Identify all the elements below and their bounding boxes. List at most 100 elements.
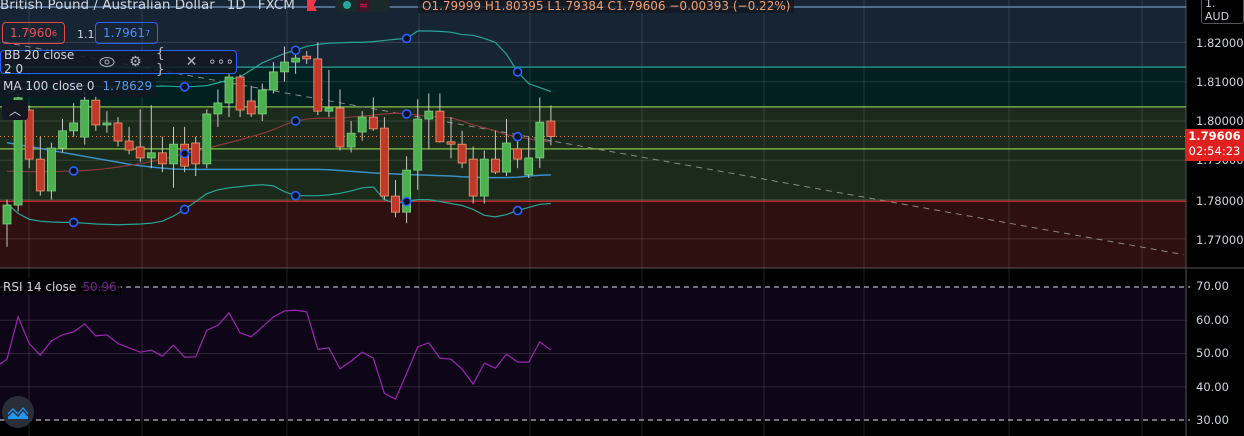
chevron-up-icon: ︿ <box>8 103 21 118</box>
interval[interactable]: 1D <box>227 0 246 13</box>
sell-button[interactable]: 1.7960 6 <box>2 22 66 44</box>
candle-bullish <box>324 107 334 112</box>
symbol-header: British Pound / Australian Dollar 1D FXC… <box>0 0 404 14</box>
rsi-tick: 70.00 <box>1196 279 1229 293</box>
price-tick: 1.78000 <box>1196 194 1244 208</box>
bb-anchor-marker <box>512 131 523 142</box>
exchange: FXCM <box>257 0 295 13</box>
candle-bearish <box>513 148 522 160</box>
candle-bullish <box>479 158 489 197</box>
bb-indicator-legend[interactable]: BB 20 close 2 0 ⚙ { } ✕ ∘∘∘ <box>0 46 237 78</box>
price-tick: 1.77000 <box>1196 233 1244 247</box>
symbol-name[interactable]: British Pound / Australian Dollar <box>0 0 215 13</box>
candle-bearish <box>113 122 123 142</box>
candle-bearish <box>91 99 101 126</box>
candle-bearish <box>490 158 500 173</box>
high-value: H1.80395 <box>484 0 544 13</box>
market-open-icon <box>342 1 351 9</box>
ohlc-readout: O1.79999 H1.80395 L1.79384 C1.79606 −0.0… <box>418 0 795 13</box>
more-icon[interactable]: ∘∘∘ <box>208 53 234 71</box>
close-value: C1.79606 <box>607 0 666 13</box>
wave-icon: ≈ <box>356 0 371 12</box>
sell-price-pip: 6 <box>52 28 58 38</box>
last-price: 1.79606 <box>1188 129 1241 143</box>
bb-anchor-marker <box>68 217 79 228</box>
tradingview-logo-icon[interactable] <box>2 396 34 428</box>
bb-anchor-marker <box>512 67 523 77</box>
rsi-indicator-legend[interactable]: RSI 14 close 50.96 <box>0 278 121 295</box>
eye-icon[interactable] <box>99 53 115 71</box>
candle-bullish <box>357 116 367 133</box>
price-tick: 1.82000 <box>1196 36 1244 50</box>
candle-bullish <box>58 130 67 149</box>
bb-label: BB 20 close 2 0 <box>4 48 75 76</box>
candle-bullish <box>424 110 434 120</box>
ma-indicator-legend[interactable]: MA 100 close 0 1.78629 <box>0 75 157 97</box>
bb-anchor-marker <box>290 116 301 126</box>
rsi-tick: 30.00 <box>1196 413 1229 427</box>
candle-bullish <box>47 147 56 192</box>
currency-code: AUD <box>1205 10 1230 23</box>
candle-bearish <box>313 58 323 112</box>
bb-anchor-marker <box>68 166 79 176</box>
collapse-legend-button[interactable]: ︿ <box>2 100 28 120</box>
candle-bullish <box>202 113 212 165</box>
change-value: −0.00393 (−0.22%) <box>669 0 791 13</box>
bb-anchor-marker <box>290 45 301 56</box>
market-status[interactable]: ≈ <box>334 0 391 12</box>
candle-bullish <box>213 102 223 115</box>
rsi-tick: 50.00 <box>1196 346 1229 360</box>
candle-bullish <box>524 157 534 176</box>
candle-bullish <box>268 71 278 91</box>
bb-anchor-marker <box>290 190 301 201</box>
bb-anchor-marker <box>179 148 190 159</box>
ma-label: MA 100 close 0 <box>3 79 95 93</box>
candle-bullish <box>102 122 112 126</box>
candle-bearish <box>446 141 456 145</box>
candle-bullish <box>2 204 12 225</box>
bb-anchor-marker <box>512 205 523 216</box>
candle-bullish <box>80 99 90 138</box>
zone-red <box>0 201 1186 268</box>
candle-bearish <box>435 110 445 143</box>
candle-bullish <box>224 76 234 104</box>
candle-bullish <box>257 89 267 115</box>
candle-bearish <box>191 142 201 165</box>
source-code-icon[interactable]: { } <box>156 46 171 78</box>
sell-price: 1.7960 <box>10 26 52 40</box>
flag-icon[interactable] <box>306 0 317 11</box>
candle-bullish <box>535 121 545 159</box>
bb-anchor-marker <box>401 109 412 119</box>
candle-bearish <box>235 76 245 111</box>
bar-countdown: 02:54:23 <box>1188 144 1241 158</box>
candle-bearish <box>335 107 345 148</box>
candle-bearish <box>546 120 556 137</box>
axis-top-label: 1. <box>1205 0 1216 10</box>
candle-bearish <box>391 195 400 213</box>
rsi-tick: 40.00 <box>1196 380 1229 394</box>
buy-button[interactable]: 1.7961 7 <box>95 22 159 44</box>
gear-icon[interactable]: ⚙ <box>128 53 143 71</box>
candle-bullish <box>169 143 178 165</box>
open-value: O1.79999 <box>422 0 482 13</box>
bb-anchor-marker <box>401 33 412 44</box>
candle-bearish <box>135 146 145 159</box>
rsi-value: 50.96 <box>82 279 117 294</box>
candle-bullish <box>346 132 356 148</box>
currency-label[interactable]: 1. AUD <box>1201 0 1244 24</box>
close-icon[interactable]: ✕ <box>184 53 199 71</box>
candle-bearish <box>157 152 167 165</box>
candle-bearish <box>457 143 467 164</box>
candle-bullish <box>280 61 289 73</box>
bb-anchor-marker <box>179 82 190 92</box>
candle-bearish <box>302 55 312 60</box>
candle-bearish <box>124 140 134 151</box>
buy-price-pip: 7 <box>145 28 151 38</box>
last-price-label: 1.79606 02:54:23 <box>1185 129 1244 161</box>
price-tick: 1.80000 <box>1196 114 1244 128</box>
candle-bullish <box>69 122 78 132</box>
bb-anchor-marker <box>179 204 190 215</box>
bb-anchor-marker <box>401 196 412 207</box>
candle-bearish <box>368 116 378 130</box>
candle-bullish <box>413 118 423 171</box>
